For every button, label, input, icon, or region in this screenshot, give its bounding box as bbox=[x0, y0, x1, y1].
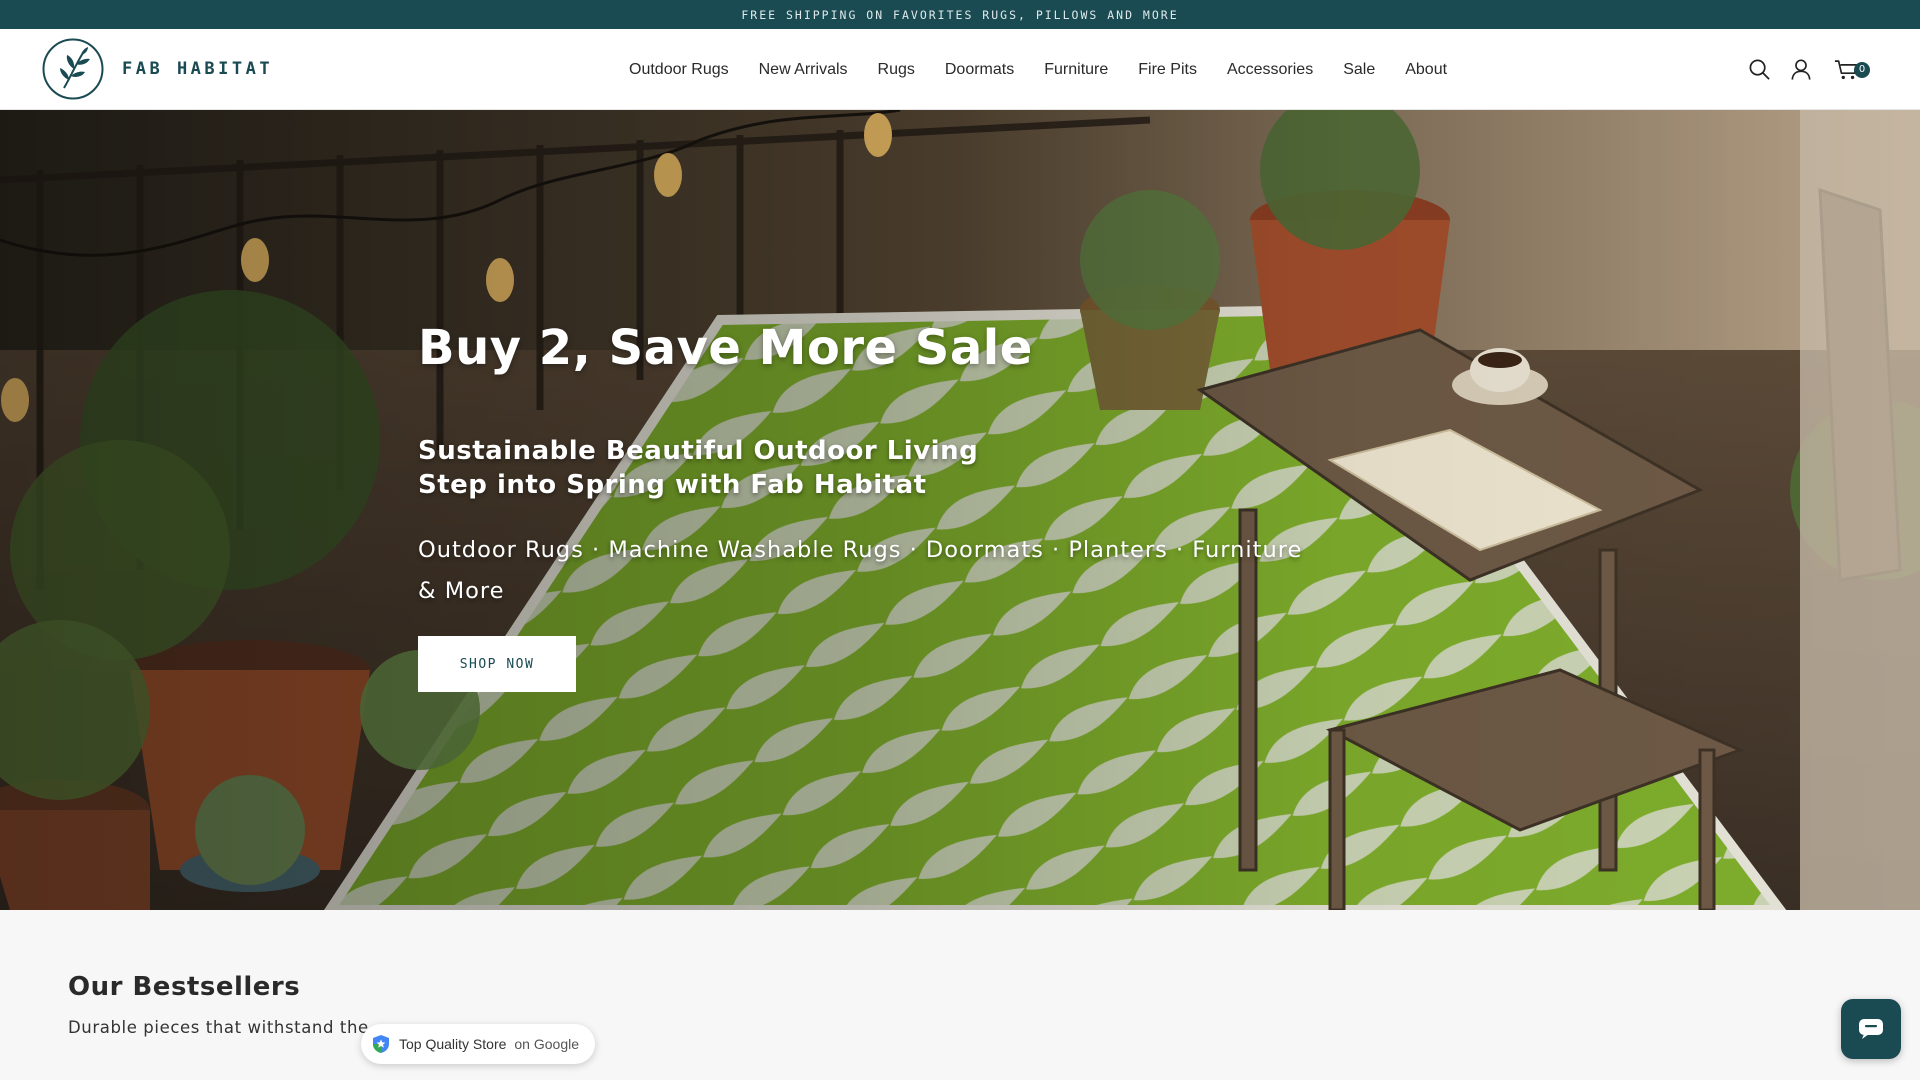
cart-button[interactable]: 0 bbox=[1830, 57, 1870, 83]
trust-badge-suffix: on Google bbox=[514, 1036, 579, 1052]
brand-logo[interactable]: FAB HABITAT bbox=[42, 38, 273, 100]
chat-icon bbox=[1859, 1019, 1883, 1039]
hero-content: Buy 2, Save More Sale Sustainable Beauti… bbox=[418, 320, 1318, 692]
shield-star-icon bbox=[373, 1035, 389, 1053]
nav-item-furniture[interactable]: Furniture bbox=[1029, 61, 1123, 79]
nav-item-about[interactable]: About bbox=[1390, 61, 1462, 79]
nav-item-sale[interactable]: Sale bbox=[1328, 61, 1390, 79]
user-icon bbox=[1791, 59, 1811, 80]
account-button[interactable] bbox=[1788, 57, 1814, 83]
search-button[interactable] bbox=[1746, 57, 1772, 83]
trust-badge-text: Top Quality Store bbox=[399, 1036, 507, 1052]
nav-item-fire-pits[interactable]: Fire Pits bbox=[1123, 61, 1212, 79]
leaf-logo-icon bbox=[42, 38, 104, 100]
brand-name: FAB HABITAT bbox=[122, 59, 274, 79]
main-nav: Outdoor Rugs New Arrivals Rugs Doormats … bbox=[614, 29, 1462, 110]
hero-subtitle-line-1: Sustainable Beautiful Outdoor Living bbox=[418, 436, 979, 466]
hero-subtitle: Sustainable Beautiful Outdoor Living Ste… bbox=[418, 434, 1318, 502]
nav-item-doormats[interactable]: Doormats bbox=[930, 61, 1029, 79]
bestsellers-description: Durable pieces that withstand the bbox=[68, 1018, 369, 1037]
search-icon bbox=[1749, 59, 1770, 80]
nav-item-outdoor-rugs[interactable]: Outdoor Rugs bbox=[614, 61, 744, 79]
hero-title: Buy 2, Save More Sale bbox=[418, 320, 1033, 376]
hero-categories: Outdoor Rugs · Machine Washable Rugs · D… bbox=[418, 537, 1303, 604]
chat-button[interactable] bbox=[1841, 999, 1901, 1059]
nav-item-new-arrivals[interactable]: New Arrivals bbox=[744, 61, 863, 79]
nav-item-rugs[interactable]: Rugs bbox=[863, 61, 930, 79]
google-trust-badge[interactable]: Top Quality Store on Google bbox=[361, 1024, 595, 1064]
cart-count-badge: 0 bbox=[1854, 61, 1870, 78]
announcement-bar: FREE SHIPPING ON FAVORITES RUGS, PILLOWS… bbox=[0, 0, 1920, 29]
bestsellers-section: Our Bestsellers Durable pieces that with… bbox=[0, 910, 1920, 1080]
hero-banner: Buy 2, Save More Sale Sustainable Beauti… bbox=[0, 110, 1920, 910]
bestsellers-title: Our Bestsellers bbox=[68, 972, 301, 1002]
site-header: FAB HABITAT Outdoor Rugs New Arrivals Ru… bbox=[0, 29, 1920, 110]
hero-subtitle-line-2: Step into Spring with Fab Habitat bbox=[418, 470, 927, 500]
header-icons: 0 bbox=[1746, 29, 1870, 110]
shop-now-button[interactable]: SHOP NOW bbox=[418, 636, 576, 692]
announcement-text: FREE SHIPPING ON FAVORITES RUGS, PILLOWS… bbox=[741, 7, 1179, 22]
nav-item-accessories[interactable]: Accessories bbox=[1212, 61, 1328, 79]
